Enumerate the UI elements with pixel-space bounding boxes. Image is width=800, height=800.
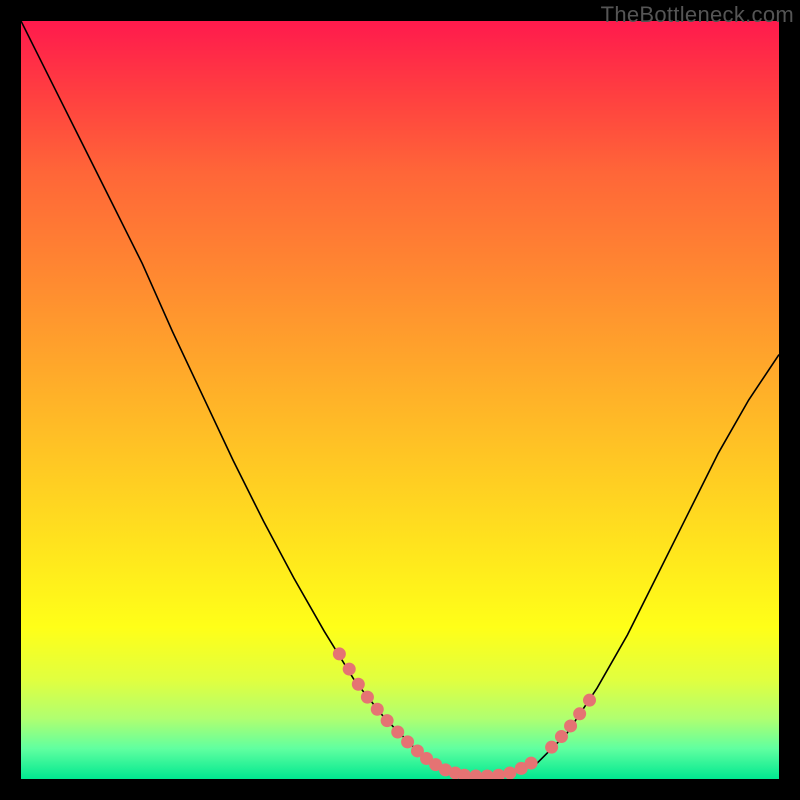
highlight-dot <box>352 678 365 691</box>
highlight-dot <box>583 694 596 707</box>
highlight-dot <box>343 663 356 676</box>
highlight-dot <box>525 757 538 770</box>
highlight-dot <box>492 769 505 779</box>
highlight-dot <box>503 766 516 779</box>
highlight-dot <box>573 707 586 720</box>
highlight-dot <box>469 769 482 779</box>
highlight-dot <box>361 691 374 704</box>
highlight-dot <box>401 735 414 748</box>
highlight-dot <box>545 741 558 754</box>
highlight-dot <box>381 714 394 727</box>
highlight-dot <box>391 726 404 739</box>
highlight-dot <box>371 703 384 716</box>
watermark-text: TheBottleneck.com <box>601 2 794 28</box>
highlight-dot <box>564 719 577 732</box>
highlight-dot <box>555 730 568 743</box>
highlight-dot <box>481 769 494 779</box>
chart-plot-area <box>21 21 779 779</box>
curve-line <box>21 21 779 775</box>
highlight-dot <box>333 647 346 660</box>
chart-svg <box>21 21 779 779</box>
